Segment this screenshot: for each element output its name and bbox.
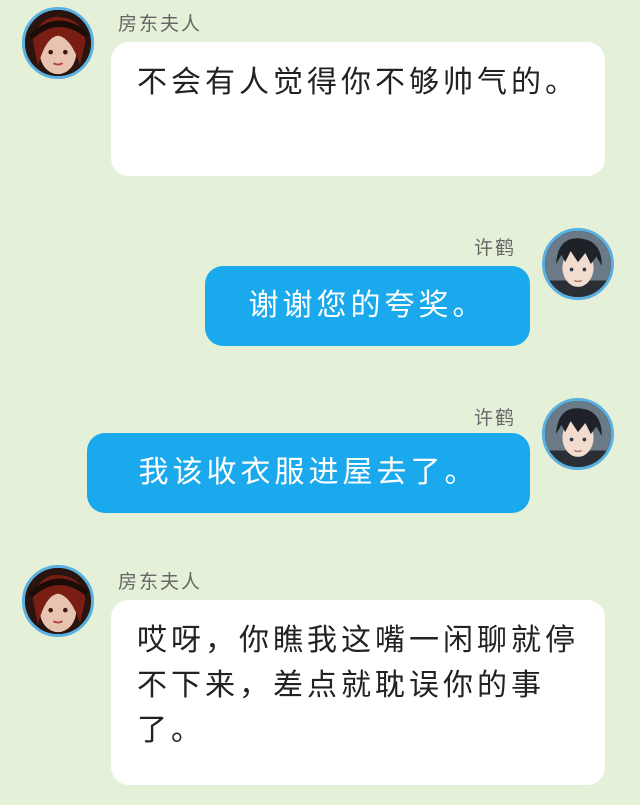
sender-name: 许鹤 xyxy=(474,407,517,429)
sender-name: 许鹤 xyxy=(474,237,517,259)
landlady-avatar-image xyxy=(25,568,91,634)
avatar-xuhe[interactable] xyxy=(542,398,614,470)
avatar-landlady[interactable] xyxy=(22,7,94,79)
message-bubble[interactable]: 不会有人觉得你不够帅气的。 xyxy=(111,42,605,176)
message-bubble[interactable]: 谢谢您的夸奖。 xyxy=(205,266,530,346)
message-bubble[interactable]: 哎呀，你瞧我这嘴一闲聊就停不下来，差点就耽误你的事了。 xyxy=(111,600,605,785)
sender-name: 房东夫人 xyxy=(118,13,203,35)
message-bubble[interactable]: 我该收衣服进屋去了。 xyxy=(87,433,530,513)
xuhe-avatar-image xyxy=(545,401,611,467)
avatar-xuhe[interactable] xyxy=(542,228,614,300)
avatar-landlady[interactable] xyxy=(22,565,94,637)
message-text: 我该收衣服进屋去了。 xyxy=(138,455,479,490)
message-text: 哎呀，你瞧我这嘴一闲聊就停不下来，差点就耽误你的事了。 xyxy=(137,623,579,748)
xuhe-avatar-image xyxy=(545,231,611,297)
sender-name: 房东夫人 xyxy=(118,571,203,593)
landlady-avatar-image xyxy=(25,10,91,76)
message-text: 不会有人觉得你不够帅气的。 xyxy=(137,65,579,100)
message-text: 谢谢您的夸奖。 xyxy=(248,288,487,323)
